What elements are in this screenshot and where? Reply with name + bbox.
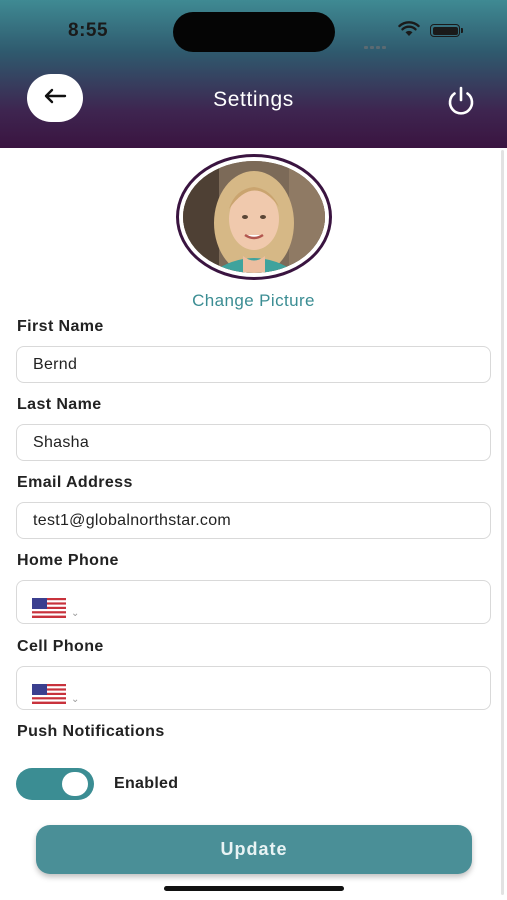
cell-phone-label: Cell Phone [17, 638, 104, 655]
first-name-label: First Name [17, 318, 104, 335]
email-field[interactable]: test1@globalnorthstar.com [16, 502, 491, 539]
chevron-down-icon: ⌄ [71, 694, 80, 705]
toggle-state-label: Enabled [114, 775, 179, 792]
last-name-field[interactable]: Shasha [16, 424, 491, 461]
dynamic-island [173, 12, 335, 52]
us-flag-icon [32, 679, 66, 721]
chevron-down-icon: ⌄ [71, 608, 80, 619]
us-flag-icon [32, 593, 66, 635]
profile-photo [183, 161, 325, 273]
wifi-icon [398, 21, 420, 42]
status-bar: 8:55 [0, 0, 507, 60]
update-button[interactable]: Update [36, 825, 472, 874]
power-icon[interactable] [444, 84, 478, 123]
home-indicator [164, 886, 344, 891]
avatar[interactable] [176, 154, 332, 280]
email-label: Email Address [17, 474, 133, 491]
page-title: Settings [213, 88, 294, 111]
toggle-knob [62, 772, 88, 796]
home-phone-field[interactable]: ⌄ [16, 580, 491, 624]
cell-phone-field[interactable]: ⌄ [16, 666, 491, 710]
country-picker-home[interactable]: ⌄ [32, 593, 80, 635]
push-notifications-toggle[interactable] [16, 768, 94, 800]
push-notifications-label: Push Notifications [17, 723, 165, 740]
first-name-field[interactable]: Bernd [16, 346, 491, 383]
last-name-label: Last Name [17, 396, 102, 413]
status-time: 8:55 [68, 20, 109, 41]
home-phone-label: Home Phone [17, 552, 119, 569]
battery-icon [430, 24, 463, 37]
change-picture-link[interactable]: Change Picture [0, 291, 507, 311]
country-picker-cell[interactable]: ⌄ [32, 679, 80, 721]
scrollbar[interactable] [501, 150, 504, 895]
app-header: 8:55 Settings [0, 0, 507, 148]
signal-icon [364, 31, 388, 49]
